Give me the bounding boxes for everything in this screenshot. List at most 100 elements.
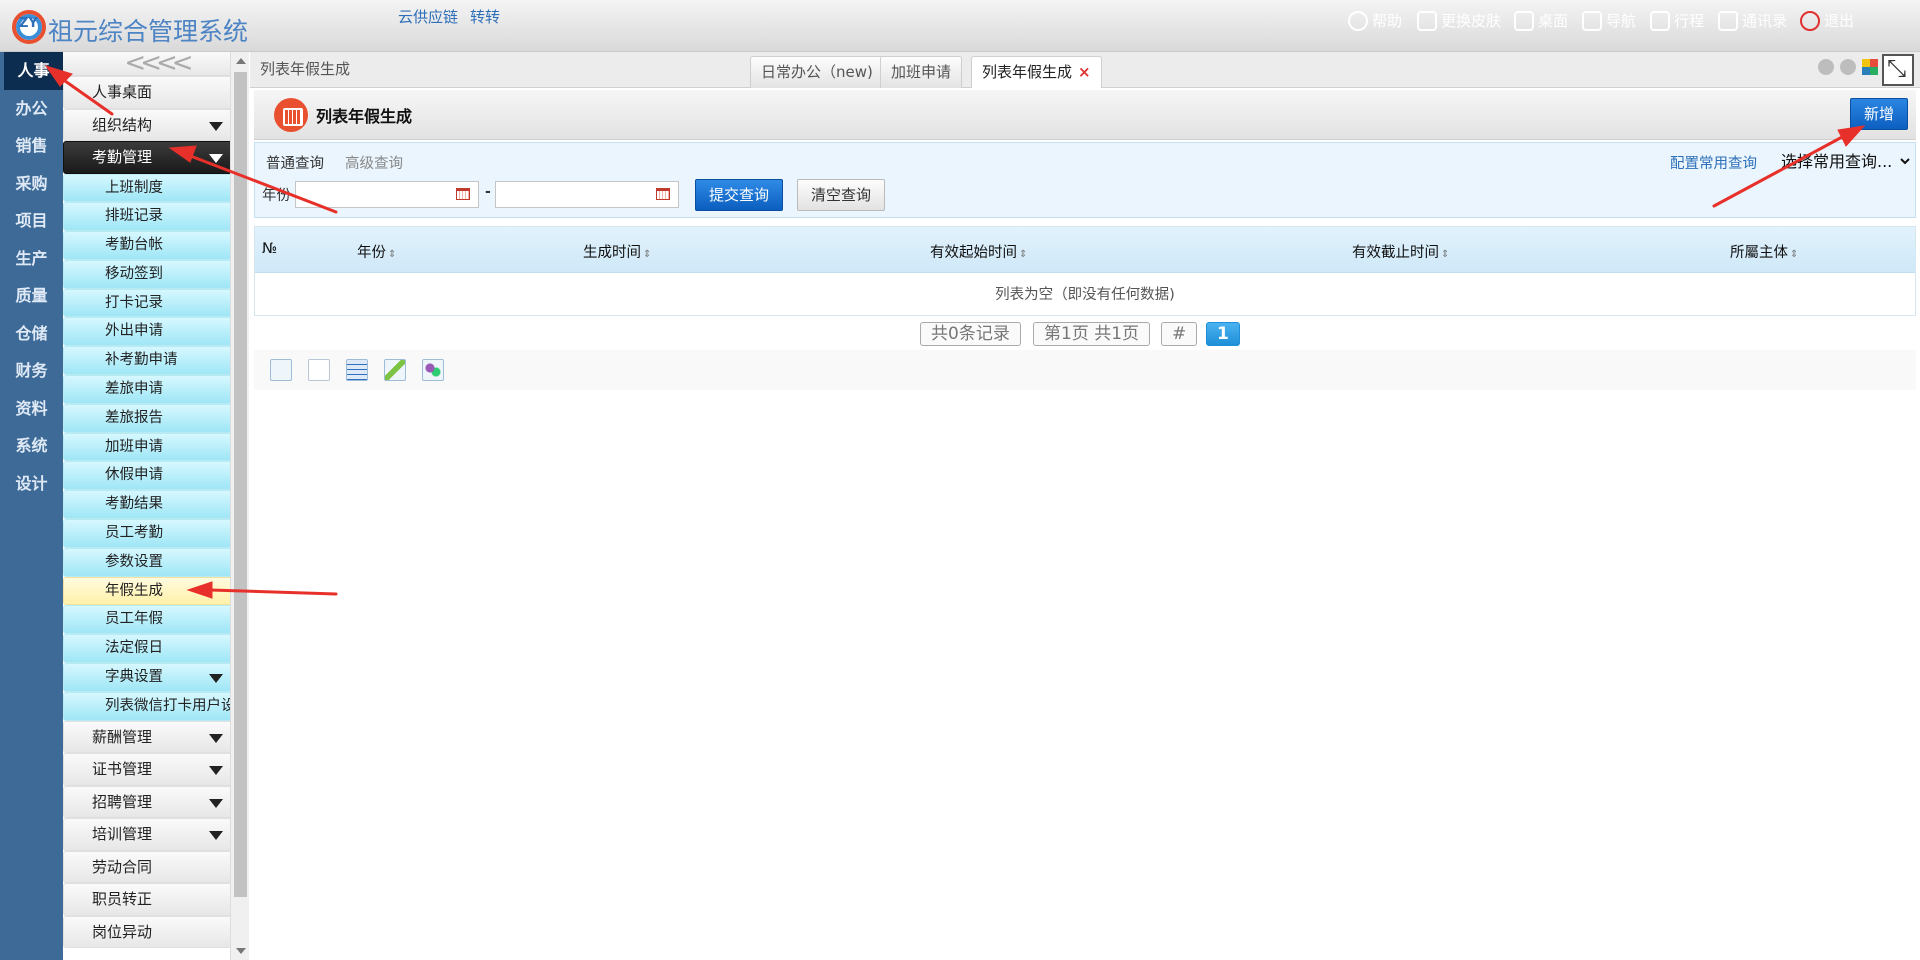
sidebar-group-28[interactable]: 岗位异动 — [63, 915, 240, 949]
column-header-valid-end[interactable]: 有效截止时间 ⇕ — [1352, 241, 1449, 262]
sidebar-item-10[interactable]: 差旅申请 — [63, 375, 240, 404]
sidebar-item-4[interactable]: 排班记录 — [63, 202, 240, 232]
sidebar-item-5[interactable]: 考勤台帐 — [63, 231, 240, 260]
rail-item-10[interactable]: 系统 — [0, 427, 63, 465]
sidebar-menu: <<<< 人事桌面组织结构考勤管理 上班制度 排班记录考勤台帐移动签到打卡记录外出申… — [63, 52, 249, 960]
calendar-icon[interactable] — [656, 188, 670, 200]
top-link-supply-chain[interactable]: 云供应链 — [398, 6, 458, 27]
tab-daily-office[interactable]: 日常办公（new) — [750, 56, 884, 88]
pager-current-page[interactable]: 1 — [1206, 322, 1240, 346]
sidebar-group-27[interactable]: 职员转正 — [63, 883, 240, 916]
schedule-button[interactable]: 行程 — [1650, 10, 1704, 31]
tab-prev-icon[interactable] — [1818, 59, 1834, 75]
sidebar-item-label: 考勤台帐 — [105, 237, 163, 254]
help-button[interactable]: 帮助 — [1348, 10, 1402, 31]
table-icon[interactable] — [346, 359, 368, 381]
rail-item-4[interactable]: 项目 — [0, 202, 63, 240]
config-common-query-link[interactable]: 配置常用查询 — [1670, 152, 1757, 173]
sidebar-group-0[interactable]: 人事桌面 — [63, 76, 240, 109]
year-to-input[interactable] — [495, 181, 679, 208]
sort-icon: ⇕ — [1790, 249, 1799, 260]
sidebar-item-label: 打卡记录 — [105, 294, 163, 311]
rail-item-6[interactable]: 质量 — [0, 277, 63, 315]
column-header-valid-start[interactable]: 有效起始时间 ⇕ — [930, 241, 1027, 262]
sidebar-item-label: 职员转正 — [92, 890, 153, 909]
scroll-down-icon[interactable] — [236, 948, 246, 954]
contacts-button[interactable]: 通讯录 — [1718, 10, 1787, 31]
sidebar-item-15[interactable]: 员工考勤 — [63, 519, 240, 548]
sidebar-group-1[interactable]: 组织结构 — [63, 108, 240, 141]
sidebar-item-7[interactable]: 打卡记录 — [63, 288, 240, 318]
rail-item-1[interactable]: 办公 — [0, 90, 63, 128]
submit-query-button[interactable]: 提交查询 — [695, 179, 783, 211]
pager-total: 共0条记录 — [920, 322, 1021, 346]
edit-icon[interactable] — [384, 359, 406, 381]
sidebar-item-6[interactable]: 移动签到 — [63, 259, 240, 289]
sidebar-item-21[interactable]: 列表微信打卡用户设置 — [63, 691, 240, 721]
tab-next-icon[interactable] — [1840, 59, 1856, 75]
pager-jump-button[interactable]: # — [1161, 322, 1198, 346]
year-from-input[interactable] — [295, 181, 479, 208]
column-header-generated-time[interactable]: 生成时间 ⇕ — [583, 241, 651, 262]
change-skin-button[interactable]: 更换皮肤 — [1417, 10, 1501, 31]
sidebar-item-17[interactable]: 年假生成 — [63, 576, 240, 606]
sidebar-item-12[interactable]: 加班申请 — [63, 432, 240, 462]
rail-item-11[interactable]: 设计 — [0, 465, 63, 503]
fullscreen-icon[interactable] — [1882, 54, 1914, 86]
sidebar-item-8[interactable]: 外出申请 — [63, 317, 240, 347]
sidebar-item-9[interactable]: 补考勤申请 — [63, 346, 240, 376]
sidebar-collapse-button[interactable]: <<<< — [63, 52, 249, 76]
sidebar-item-3[interactable]: 上班制度 — [63, 173, 240, 203]
sidebar-item-20[interactable]: 字典设置 — [63, 663, 240, 692]
rail-item-3[interactable]: 采购 — [0, 165, 63, 203]
sidebar-group-25[interactable]: 培训管理 — [63, 818, 240, 851]
desktop-button[interactable]: 桌面 — [1514, 10, 1568, 31]
sidebar-group-2[interactable]: 考勤管理 — [63, 141, 240, 174]
sidebar-item-18[interactable]: 员工年假 — [63, 605, 240, 635]
schedule-label: 行程 — [1674, 12, 1705, 30]
add-button[interactable]: 新增 — [1850, 98, 1908, 130]
sidebar-group-24[interactable]: 招聘管理 — [63, 785, 240, 819]
common-query-select[interactable]: 选择常用查询... — [1777, 149, 1913, 173]
rail-item-5[interactable]: 生产 — [0, 240, 63, 278]
advanced-query-tab[interactable]: 高级查询 — [345, 152, 403, 173]
navigation-button[interactable]: 导航 — [1582, 10, 1636, 31]
column-header-no[interactable]: № — [262, 241, 277, 257]
tab-annual-leave-list[interactable]: 列表年假生成 × — [971, 56, 1102, 88]
rail-item-8[interactable]: 财务 — [0, 352, 63, 390]
sidebar-item-label: 组织结构 — [92, 115, 153, 134]
sidebar-group-23[interactable]: 证书管理 — [63, 753, 240, 786]
sidebar-group-26[interactable]: 劳动合同 — [63, 850, 240, 884]
sidebar-item-label: 差旅申请 — [105, 381, 163, 398]
scroll-up-icon[interactable] — [236, 58, 246, 64]
sidebar-scrollbar[interactable] — [230, 52, 249, 960]
rail-item-2[interactable]: 销售 — [0, 127, 63, 165]
clear-query-button[interactable]: 清空查询 — [797, 179, 885, 211]
pager-page-info: 第1页 共1页 — [1033, 322, 1151, 346]
sidebar-item-label: 年假生成 — [105, 582, 163, 599]
tab-overtime-apply[interactable]: 加班申请 — [880, 56, 963, 88]
rail-item-0[interactable]: 人事 — [4, 52, 63, 90]
sidebar-item-13[interactable]: 休假申请 — [63, 461, 240, 491]
column-header-owner[interactable]: 所屬主体 ⇕ — [1730, 241, 1798, 262]
top-link-zhuanzhuan[interactable]: 转转 — [470, 6, 500, 27]
rail-item-7[interactable]: 仓储 — [0, 315, 63, 353]
sidebar-group-22[interactable]: 薪酬管理 — [63, 720, 240, 754]
normal-query-tab[interactable]: 普通查询 — [266, 152, 324, 173]
document-icon[interactable] — [308, 359, 330, 381]
calendar-icon[interactable] — [456, 188, 470, 200]
column-header-year[interactable]: 年份 ⇕ — [357, 241, 396, 262]
tab-label: 日常办公（new) — [761, 63, 873, 81]
puzzle-icon[interactable] — [422, 359, 444, 381]
sidebar-item-14[interactable]: 考勤结果 — [63, 490, 240, 520]
logout-button[interactable]: 退出 — [1800, 10, 1854, 31]
theme-icon[interactable] — [1862, 59, 1878, 75]
select-all-icon[interactable] — [270, 359, 292, 381]
scroll-thumb[interactable] — [234, 72, 247, 897]
close-tab-icon[interactable]: × — [1078, 63, 1091, 81]
sidebar-item-label: 补考勤申请 — [105, 352, 178, 369]
sidebar-item-16[interactable]: 参数设置 — [63, 547, 240, 577]
sidebar-item-19[interactable]: 法定假日 — [63, 634, 240, 664]
sidebar-item-11[interactable]: 差旅报告 — [63, 403, 240, 433]
rail-item-9[interactable]: 资料 — [0, 390, 63, 428]
